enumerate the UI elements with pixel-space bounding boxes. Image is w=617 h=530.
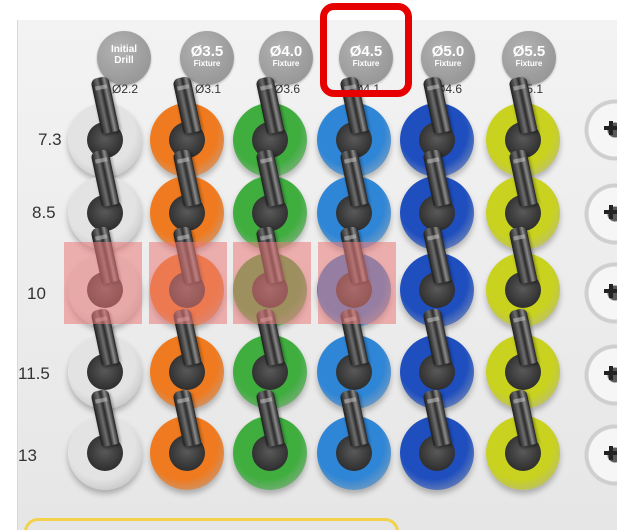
cross-icon xyxy=(604,446,617,460)
cross-icon xyxy=(604,284,617,298)
drill-well xyxy=(68,388,142,490)
drill-well xyxy=(486,388,560,490)
drill-well xyxy=(400,388,474,490)
drill-kit-photo: Initial Drill Ø3.5 Fixture Ø4.0 Fixture … xyxy=(0,0,617,530)
row-label-11-5: 11.5 xyxy=(18,364,50,383)
row-label-10: 10 xyxy=(27,284,46,303)
highlight-row-10-initial xyxy=(64,242,142,324)
row-label-13: 13 xyxy=(18,446,37,465)
highlight-row-10-4-5 xyxy=(318,242,396,324)
row-label-7-3: 7.3 xyxy=(38,130,62,149)
bottom-yellow-box xyxy=(24,518,399,530)
callout-box-4-5-column xyxy=(320,3,412,97)
row-label-8-5: 8.5 xyxy=(32,203,56,222)
highlight-row-10-3-5 xyxy=(149,242,227,324)
cross-icon xyxy=(604,121,617,135)
cross-icon xyxy=(604,205,617,219)
highlight-row-10-4-0 xyxy=(233,242,311,324)
cross-icon xyxy=(604,366,617,380)
column-badge-5-5-fixture: Ø5.5 Fixture xyxy=(502,31,556,85)
drill-well xyxy=(233,388,307,490)
drill-well xyxy=(317,388,391,490)
drill-well xyxy=(150,388,224,490)
